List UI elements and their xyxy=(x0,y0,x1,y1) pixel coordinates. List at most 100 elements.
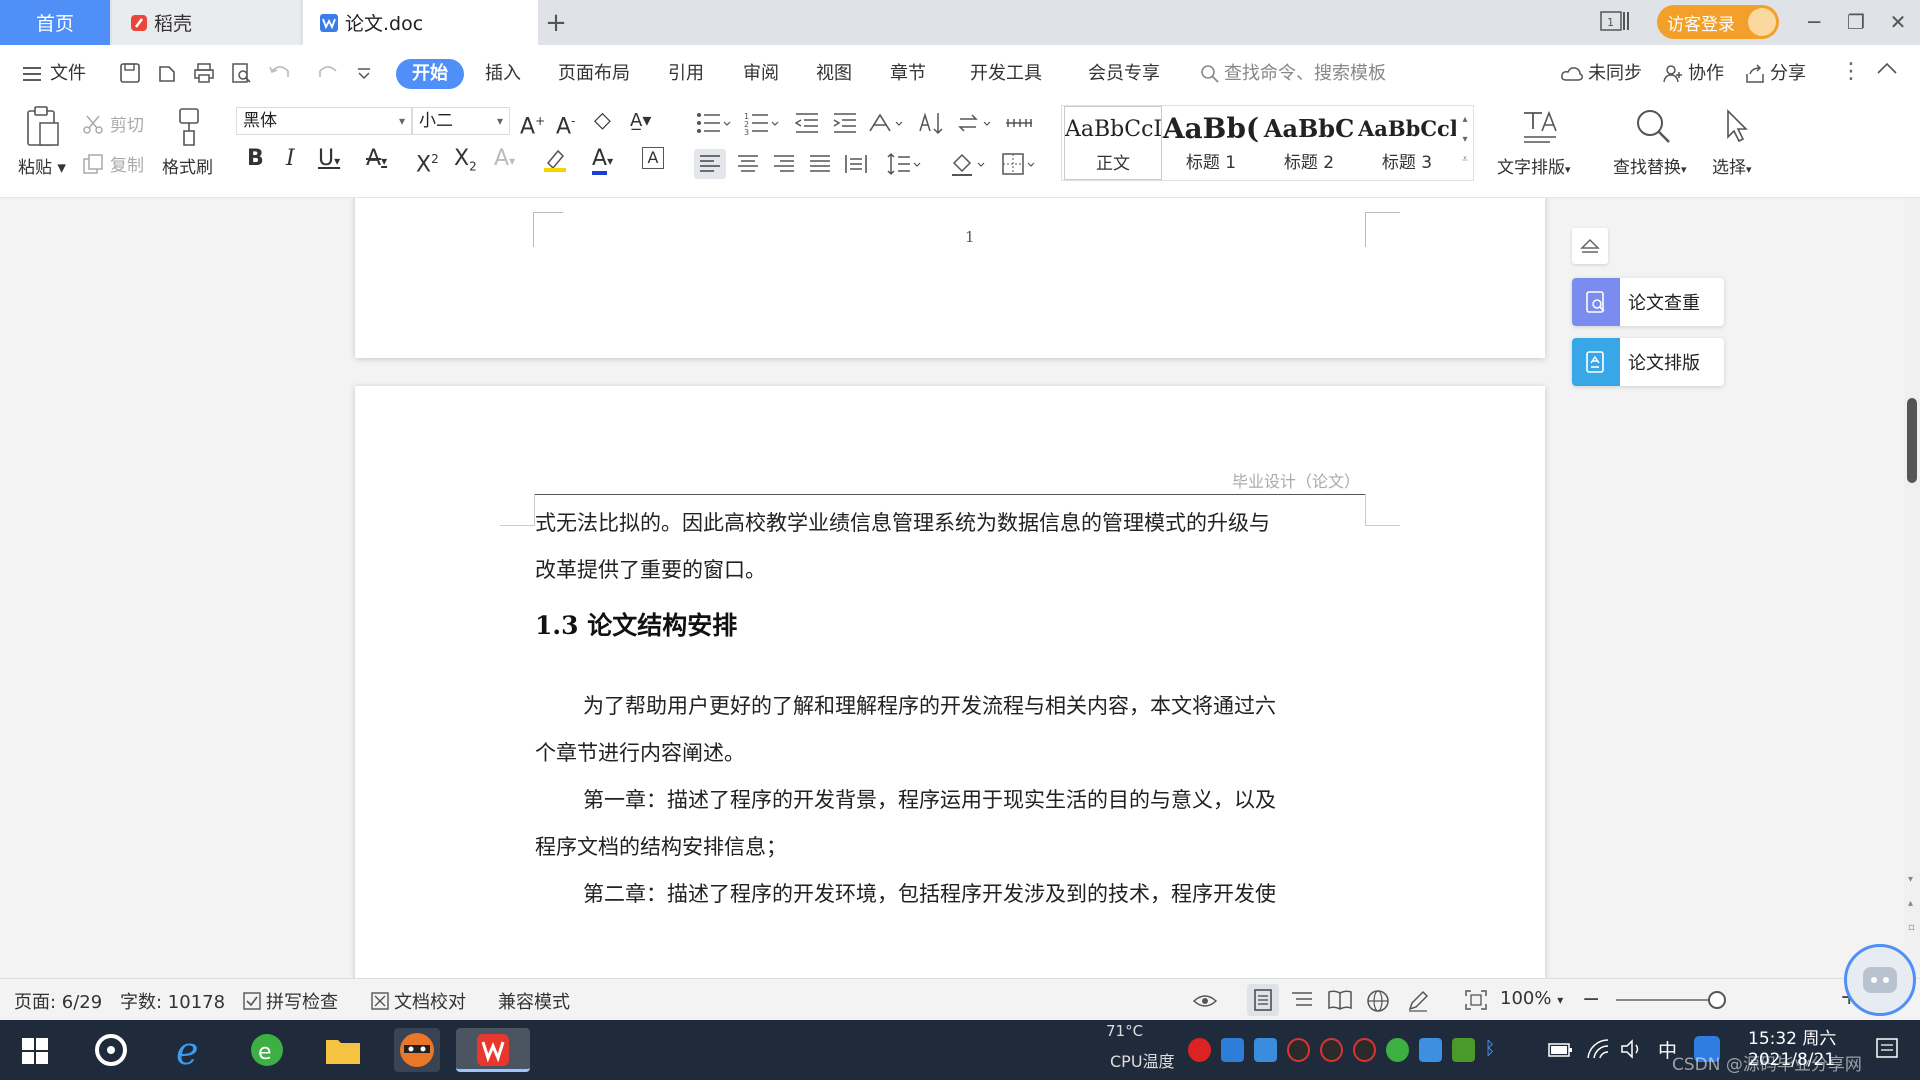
format-painter-button[interactable]: 格式刷 xyxy=(162,153,213,178)
style-normal[interactable]: AaBbCcI 正文 xyxy=(1064,106,1162,180)
redo-icon[interactable] xyxy=(316,61,342,87)
body-text-line[interactable]: 式无法比拟的。因此高校教学业绩信息管理系统为数据信息的管理模式的升级与 xyxy=(535,500,1365,547)
select-button[interactable]: 选择▾ xyxy=(1712,153,1752,178)
underline-icon[interactable]: U▾ xyxy=(318,147,340,173)
font-name-select[interactable]: 黑体 ▾ xyxy=(236,107,412,135)
file-menu[interactable]: 文件 xyxy=(22,59,86,89)
highlight-icon[interactable] xyxy=(542,147,572,173)
thesis-check-button[interactable]: 论文查重 xyxy=(1572,278,1724,326)
more-options-icon[interactable]: ⋮ xyxy=(1840,59,1862,84)
document-page[interactable]: 1 xyxy=(355,198,1545,358)
collaborate-button[interactable]: 协作 xyxy=(1662,59,1724,89)
collapse-ribbon-icon[interactable] xyxy=(1876,61,1898,75)
show-marks-icon[interactable] xyxy=(956,111,992,135)
sync-status-button[interactable]: 未同步 xyxy=(1560,59,1642,89)
style-heading-2[interactable]: AaBbC 标题 2 xyxy=(1260,106,1358,180)
zoom-slider-track[interactable] xyxy=(1616,999,1716,1001)
wps-office-taskbar-icon[interactable] xyxy=(456,1028,530,1072)
font-color-icon[interactable]: A▾ xyxy=(592,146,613,175)
align-right-icon[interactable] xyxy=(768,149,800,179)
body-text-line[interactable]: 第二章：描述了程序的开发环境，包括程序开发涉及到的技术，程序开发使 xyxy=(535,871,1365,918)
tab-chapter[interactable]: 章节 xyxy=(890,59,926,89)
tab-references[interactable]: 引用 xyxy=(668,59,704,89)
italic-icon[interactable]: I xyxy=(286,147,295,171)
shading-icon[interactable] xyxy=(950,149,986,179)
align-left-icon[interactable] xyxy=(694,149,726,179)
zoom-slider-thumb[interactable] xyxy=(1708,991,1726,1009)
decrease-indent-icon[interactable] xyxy=(794,111,820,135)
subscript-icon[interactable]: X2 xyxy=(454,146,477,178)
outline-view-icon[interactable] xyxy=(1290,989,1314,1011)
print-preview-icon[interactable] xyxy=(229,61,255,87)
section-heading[interactable]: 1.3 论文结构安排 xyxy=(535,606,737,642)
tab-review[interactable]: 审阅 xyxy=(743,59,779,89)
decrease-font-icon[interactable]: A- xyxy=(556,109,575,139)
clear-format-icon[interactable]: ◇ xyxy=(594,109,611,133)
notification-center-icon[interactable] xyxy=(1874,1036,1900,1062)
strikethrough-icon[interactable]: A▾ xyxy=(366,147,387,173)
style-scroll-icon[interactable]: ▴ ▾ ⩡ xyxy=(1458,110,1472,170)
minimize-button[interactable]: ─ xyxy=(1800,8,1828,36)
tab-developer[interactable]: 开发工具 xyxy=(970,59,1042,89)
save-icon[interactable] xyxy=(118,61,144,87)
phonetic-guide-icon[interactable]: A̲▾ xyxy=(630,109,651,133)
vertical-scrollbar[interactable]: ▾ ▴ ▫ xyxy=(1904,198,1920,978)
print-icon[interactable] xyxy=(192,61,218,87)
paste-icon[interactable] xyxy=(22,105,62,149)
align-center-icon[interactable] xyxy=(732,149,764,179)
body-text-line[interactable]: 个章节进行内容阐述。 xyxy=(535,730,1365,777)
tab-view[interactable]: 视图 xyxy=(816,59,852,89)
ruler-icon[interactable] xyxy=(1004,113,1034,133)
superscript-icon[interactable]: X2 xyxy=(416,147,439,177)
browser-360-icon[interactable]: e xyxy=(244,1028,290,1072)
web-view-icon[interactable] xyxy=(1366,989,1390,1013)
page-nav-icons[interactable]: ▾ ▴ ▫ xyxy=(1908,868,1915,940)
spell-check-button[interactable]: 拼写检查 xyxy=(242,988,338,1014)
window-layout-icon[interactable]: 1 xyxy=(1600,10,1630,32)
word-count[interactable]: 字数: 10178 xyxy=(120,988,225,1014)
page-indicator[interactable]: 页面: 6/29 xyxy=(14,988,102,1014)
collapse-panel-button[interactable] xyxy=(1572,228,1608,264)
zoom-out-button[interactable]: − xyxy=(1582,987,1600,1012)
body-text-line[interactable]: 程序文档的结构安排信息； xyxy=(535,824,1365,871)
volume-icon[interactable] xyxy=(1620,1038,1644,1060)
close-button[interactable]: ✕ xyxy=(1884,8,1912,36)
wifi-icon[interactable] xyxy=(1586,1038,1610,1060)
new-tab-button[interactable]: + xyxy=(540,0,572,45)
guest-login-button[interactable]: 访客登录 xyxy=(1657,5,1779,39)
system-tray-icons[interactable]: ᛒ xyxy=(1188,1038,1498,1064)
body-text-line[interactable]: 第一章：描述了程序的开发背景，程序运用于现实生活的目的与意义，以及 xyxy=(535,777,1365,824)
eye-protect-icon[interactable] xyxy=(1192,989,1218,1011)
fan-app-icon[interactable] xyxy=(88,1028,134,1072)
tab-document[interactable]: 论文.doc xyxy=(303,0,538,45)
tab-start[interactable]: 开始 xyxy=(396,59,464,89)
font-size-select[interactable]: 小二 ▾ xyxy=(412,107,510,135)
restore-button[interactable]: ❐ xyxy=(1842,8,1870,36)
numbered-list-icon[interactable]: 123 xyxy=(744,111,780,135)
sort-icon[interactable] xyxy=(918,111,944,135)
doc-proof-button[interactable]: 文档校对 xyxy=(370,988,466,1014)
format-painter-icon[interactable] xyxy=(172,107,206,147)
tab-page-layout[interactable]: 页面布局 xyxy=(558,59,630,89)
increase-indent-icon[interactable] xyxy=(832,111,858,135)
copy-button[interactable]: 复制 xyxy=(82,151,144,176)
reading-view-icon[interactable] xyxy=(1327,989,1353,1011)
body-text-line[interactable]: 改革提供了重要的窗口。 xyxy=(535,547,1365,594)
battery-icon[interactable] xyxy=(1548,1040,1574,1060)
text-layout-icon[interactable] xyxy=(1520,107,1560,145)
text-direction-icon[interactable] xyxy=(868,111,904,135)
scrollbar-thumb[interactable] xyxy=(1907,398,1917,483)
justify-icon[interactable] xyxy=(804,149,836,179)
tab-daoke[interactable]: 稻壳 xyxy=(112,0,300,45)
body-text-line[interactable]: 为了帮助用户更好的了解和理解程序的开发流程与相关内容，本文将通过六 xyxy=(535,683,1365,730)
document-page[interactable]: 毕业设计（论文） 式无法比拟的。因此高校教学业绩信息管理系统为数据信息的管理模式… xyxy=(355,386,1545,978)
find-replace-button[interactable]: 查找替换▾ xyxy=(1613,153,1687,178)
text-effect-icon[interactable]: A▾ xyxy=(494,147,515,173)
thesis-layout-button[interactable]: 论文排版 xyxy=(1572,338,1724,386)
text-layout-button[interactable]: 文字排版▾ xyxy=(1497,153,1571,178)
bold-icon[interactable]: B xyxy=(247,147,264,171)
bullet-list-icon[interactable] xyxy=(696,111,732,135)
borders-icon[interactable] xyxy=(1000,149,1036,179)
cut-button[interactable]: 剪切 xyxy=(82,111,144,136)
fit-page-icon[interactable] xyxy=(1464,989,1488,1011)
